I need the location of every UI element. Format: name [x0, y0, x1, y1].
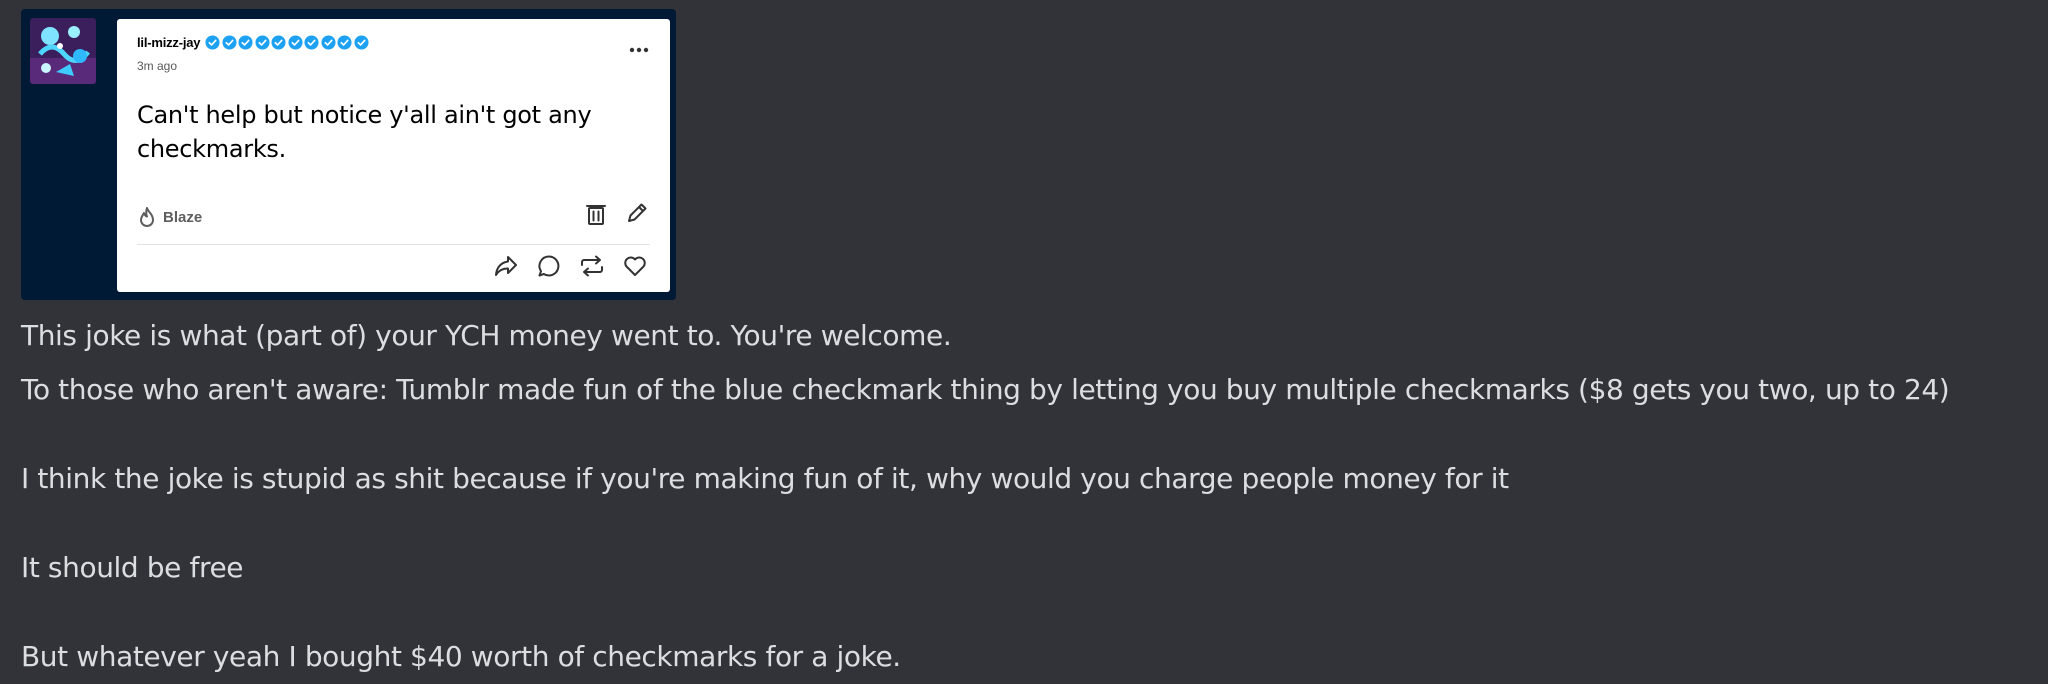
share-arrow-icon[interactable]: [493, 253, 519, 279]
verified-checkmark-icon[interactable]: [222, 35, 237, 50]
message-line: It should be free: [21, 551, 244, 584]
message-line: But whatever yeah I bought $40 worth of …: [21, 640, 901, 673]
trash-icon[interactable]: [583, 201, 609, 227]
post-divider: [137, 244, 650, 245]
verified-checkmark-icon[interactable]: [304, 35, 319, 50]
tumblr-post-card: lil-mizz-jay 3m ago Can't help but notic…: [117, 19, 670, 292]
message-line: To those who aren't aware: Tumblr made f…: [21, 373, 1950, 406]
heart-icon[interactable]: [622, 253, 648, 279]
speech-bubble-icon[interactable]: [536, 253, 562, 279]
verified-checkmark-icon[interactable]: [255, 35, 270, 50]
verified-checkmark-icon[interactable]: [238, 35, 253, 50]
verified-checkmark-icon[interactable]: [354, 35, 369, 50]
post-header: lil-mizz-jay: [137, 35, 369, 50]
verified-checkmark-icon[interactable]: [288, 35, 303, 50]
post-username[interactable]: lil-mizz-jay: [137, 35, 201, 50]
flame-icon: [140, 207, 154, 227]
tumblr-screenshot-image[interactable]: lil-mizz-jay 3m ago Can't help but notic…: [21, 9, 676, 300]
verified-checkmark-icon[interactable]: [205, 35, 220, 50]
message-line: I think the joke is stupid as shit becau…: [21, 462, 1509, 495]
pencil-icon[interactable]: [624, 200, 650, 226]
post-body-text: Can't help but notice y'all ain't got an…: [137, 101, 592, 163]
verified-checkmark-icon[interactable]: [321, 35, 336, 50]
blaze-label: Blaze: [163, 208, 203, 226]
avatar: [30, 18, 96, 84]
checkmark-row: [205, 35, 369, 50]
blaze-button[interactable]: Blaze: [137, 206, 202, 228]
verified-checkmark-icon[interactable]: [271, 35, 286, 50]
post-timestamp: 3m ago: [137, 59, 178, 73]
more-horizontal-icon[interactable]: [628, 39, 650, 61]
message-line: This joke is what (part of) your YCH mon…: [21, 319, 952, 352]
reblog-icon[interactable]: [579, 253, 605, 279]
verified-checkmark-icon[interactable]: [337, 35, 352, 50]
